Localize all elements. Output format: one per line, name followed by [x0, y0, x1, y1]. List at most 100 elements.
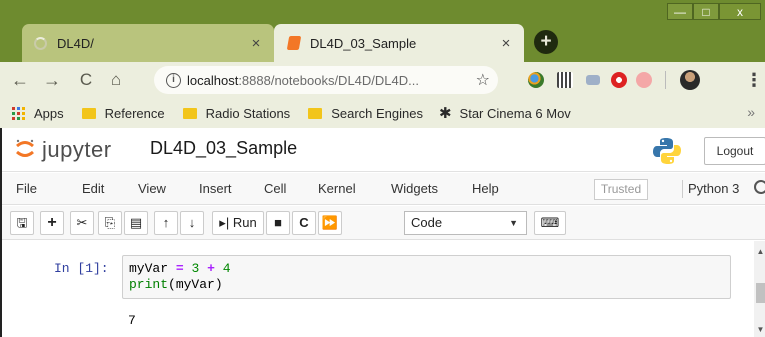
menu-widgets[interactable]: Widgets	[391, 181, 438, 196]
maximize-button[interactable]: □	[693, 3, 719, 20]
address-bar[interactable]: i localhost:8888/notebooks/DL4D/DL4D... …	[154, 66, 498, 94]
info-icon[interactable]: i	[166, 72, 181, 88]
jupyter-favicon-icon	[286, 36, 302, 50]
extension-red-icon[interactable]	[611, 72, 627, 88]
bookmark-apps[interactable]: Apps	[12, 106, 64, 121]
extension-cloud-icon[interactable]	[586, 75, 600, 85]
fast-forward-icon[interactable]: ⏩	[318, 211, 342, 235]
code-function: print	[129, 277, 169, 292]
run-button[interactable]: ▸| Run	[212, 211, 264, 235]
stop-icon[interactable]: ■	[266, 211, 290, 235]
bookmark-reference[interactable]: Reference	[81, 105, 165, 121]
menu-insert[interactable]: Insert	[199, 181, 232, 196]
code-var: myVar	[129, 261, 169, 276]
menu-edit[interactable]: Edit	[82, 181, 104, 196]
window-controls: — □ x	[667, 3, 761, 20]
move-up-icon[interactable]: ↑	[154, 211, 178, 235]
minimize-button[interactable]: —	[667, 3, 693, 20]
trusted-indicator[interactable]: Trusted	[594, 179, 648, 200]
jupyter-page: jupyter DL4D_03_Sample Logout File Edit …	[0, 128, 765, 337]
logout-button[interactable]: Logout	[704, 137, 765, 165]
film-reel-icon: ✱	[438, 105, 452, 122]
kernel-name: Python 3	[688, 181, 740, 196]
home-icon[interactable]: ⌂	[104, 68, 128, 92]
browser-tab-dl4d[interactable]: DL4D/ ×	[22, 24, 274, 62]
tab-title: DL4D/	[57, 35, 94, 51]
notebook-name[interactable]: DL4D_03_Sample	[150, 138, 297, 159]
jupyter-menubar: File Edit View Insert Cell Kernel Widget…	[2, 173, 765, 205]
back-arrow-icon[interactable]: ←	[8, 68, 32, 92]
move-down-icon[interactable]: ↓	[180, 211, 204, 235]
code-cell-editor[interactable]: myVar = 3 + 4 print(myVar)	[122, 255, 731, 299]
bookmark-star-cinema[interactable]: ✱ Star Cinema 6 Mov	[439, 104, 571, 122]
chevron-down-icon: ▼	[509, 218, 518, 228]
cell-output: 7	[128, 313, 136, 328]
bookmark-label: Reference	[104, 105, 165, 121]
folder-icon	[308, 107, 323, 119]
kernel-separator	[682, 180, 683, 198]
browser-menu-icon[interactable]: ⋮	[745, 68, 763, 92]
bookmark-label: Star Cinema 6 Mov	[459, 105, 571, 121]
bookmark-label: Search Engines	[331, 105, 423, 121]
new-tab-button[interactable]: +	[534, 30, 558, 54]
jupyter-logo-icon[interactable]	[14, 138, 36, 160]
run-label: Run	[232, 215, 257, 230]
scrollbar-thumb[interactable]	[756, 283, 765, 303]
insert-cell-icon[interactable]: +	[40, 211, 64, 235]
jupyter-logo-text[interactable]: jupyter	[42, 137, 112, 163]
menu-cell[interactable]: Cell	[264, 181, 286, 196]
cell-type-select[interactable]: Code ▼	[404, 211, 527, 235]
extension-blocked-icon[interactable]	[636, 72, 652, 88]
bookmarks-bar: Apps Reference Radio Stations Search Eng…	[0, 98, 765, 128]
tab-close-icon[interactable]: ×	[496, 35, 516, 52]
extension-globe-icon[interactable]	[528, 72, 544, 88]
notebook-area: In [1]: myVar = 3 + 4 print(myVar) 7 ▲ ▼	[2, 241, 765, 337]
bookmark-label: Radio Stations	[205, 105, 291, 121]
tab-close-icon[interactable]: ×	[246, 35, 266, 52]
url-host: localhost	[187, 72, 239, 88]
paste-icon[interactable]: ▤	[124, 211, 148, 235]
code-number: 4	[222, 261, 231, 276]
cell-type-value: Code	[411, 215, 443, 230]
close-window-button[interactable]: x	[719, 3, 761, 20]
menu-kernel[interactable]: Kernel	[318, 181, 356, 196]
code-operator: +	[207, 261, 215, 276]
bookmarks-overflow-icon[interactable]: »	[747, 104, 755, 120]
url-path: :8888/notebooks/DL4D/DL4D...	[238, 72, 419, 88]
loading-spinner-icon	[34, 36, 47, 50]
bookmark-label: Apps	[34, 105, 64, 121]
toolbar-separator	[665, 71, 666, 89]
browser-tabstrip: DL4D/ × DL4D_03_Sample × + — □ x	[0, 0, 765, 62]
cut-icon[interactable]: ✂	[70, 211, 94, 235]
scroll-up-icon[interactable]: ▲	[754, 247, 765, 256]
folder-icon	[182, 107, 197, 119]
menu-file[interactable]: File	[16, 181, 37, 196]
run-icon: ▸|	[219, 215, 230, 230]
keyboard-icon[interactable]: ⌨	[534, 211, 566, 235]
bookmark-star-icon[interactable]: ☆	[476, 70, 490, 90]
apps-grid-icon	[12, 106, 25, 120]
kernel-status-icon	[754, 180, 765, 194]
forward-arrow-icon[interactable]: →	[40, 68, 64, 92]
folder-icon	[81, 107, 96, 119]
save-icon[interactable]: 🖫	[10, 211, 34, 235]
menu-help[interactable]: Help	[472, 181, 499, 196]
bookmark-search-engines[interactable]: Search Engines	[308, 106, 423, 121]
menu-view[interactable]: View	[138, 181, 166, 196]
restart-icon[interactable]: C	[292, 211, 316, 235]
scroll-down-icon[interactable]: ▼	[754, 325, 765, 334]
code-args: (myVar)	[168, 277, 223, 292]
jupyter-header: jupyter DL4D_03_Sample Logout	[2, 128, 765, 172]
tab-title: DL4D_03_Sample	[310, 35, 417, 51]
jupyter-toolbar: 🖫 + ✂ ⎘ ▤ ↑ ↓ ▸| Run ■ C ⏩ Code ▼ ⌨	[2, 206, 765, 240]
copy-icon[interactable]: ⎘	[98, 211, 122, 235]
page-scrollbar[interactable]: ▲ ▼	[754, 241, 765, 337]
extension-qr-icon[interactable]	[557, 72, 573, 88]
input-prompt: In [1]:	[54, 261, 109, 276]
reload-icon[interactable]: C	[74, 68, 98, 92]
profile-avatar[interactable]	[680, 70, 700, 90]
browser-toolbar: ← → C ⌂ i localhost:8888/notebooks/DL4D/…	[0, 62, 765, 98]
bookmark-radio-stations[interactable]: Radio Stations	[182, 105, 291, 121]
browser-tab-notebook[interactable]: DL4D_03_Sample ×	[274, 24, 524, 62]
python-logo-icon	[653, 138, 681, 164]
